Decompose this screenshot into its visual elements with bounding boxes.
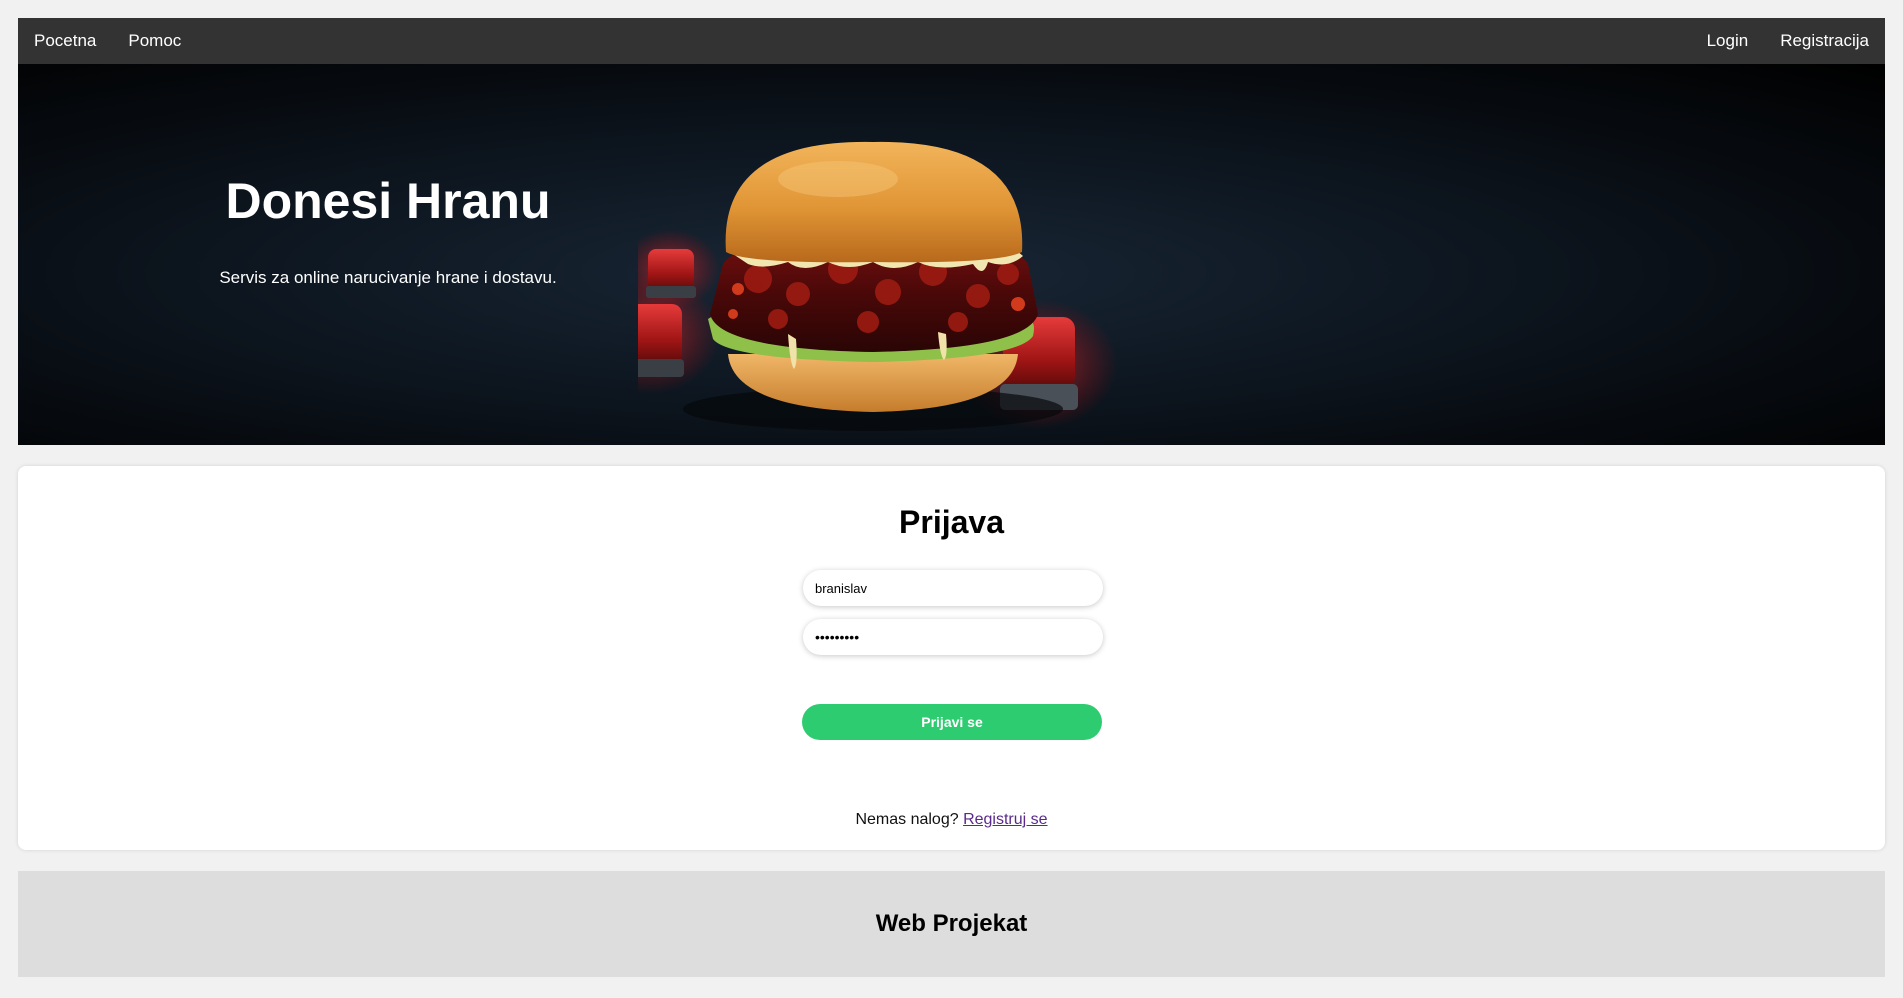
nav-left-group: Pocetna Pomoc [34, 31, 213, 51]
hero-subtitle: Servis za online narucivanje hrane i dos… [219, 268, 557, 287]
nav-link-pocetna[interactable]: Pocetna [34, 31, 96, 51]
page: Pocetna Pomoc Login Registracija Donesi … [18, 18, 1885, 977]
hero-title: Donesi Hranu [225, 173, 551, 229]
nav-link-pomoc[interactable]: Pomoc [128, 31, 181, 51]
hero-text-block: Donesi Hranu Servis za online narucivanj… [188, 172, 588, 288]
register-prompt-text: Nemas nalog? [855, 811, 959, 828]
password-input[interactable] [803, 619, 1103, 655]
login-submit-button[interactable]: Prijavi se [802, 704, 1102, 740]
nav-link-registracija[interactable]: Registracija [1780, 31, 1869, 51]
username-input[interactable] [803, 570, 1103, 606]
hero-burger-image [638, 141, 1118, 431]
hero-banner: Donesi Hranu Servis za online narucivanj… [18, 64, 1885, 445]
top-navbar: Pocetna Pomoc Login Registracija [18, 18, 1885, 64]
nav-link-login[interactable]: Login [1707, 31, 1749, 51]
register-prompt-line: Nemas nalog? Registruj se [18, 811, 1885, 829]
page-footer: Web Projekat [18, 871, 1885, 977]
login-card: Prijava Prijavi se Nemas nalog? Registru… [18, 466, 1885, 850]
footer-title: Web Projekat [875, 910, 1028, 937]
siren-left-near [638, 229, 720, 309]
register-link[interactable]: Registruj se [963, 811, 1047, 828]
login-title: Prijava [899, 504, 1004, 540]
nav-right-group: Login Registracija [1675, 31, 1869, 51]
